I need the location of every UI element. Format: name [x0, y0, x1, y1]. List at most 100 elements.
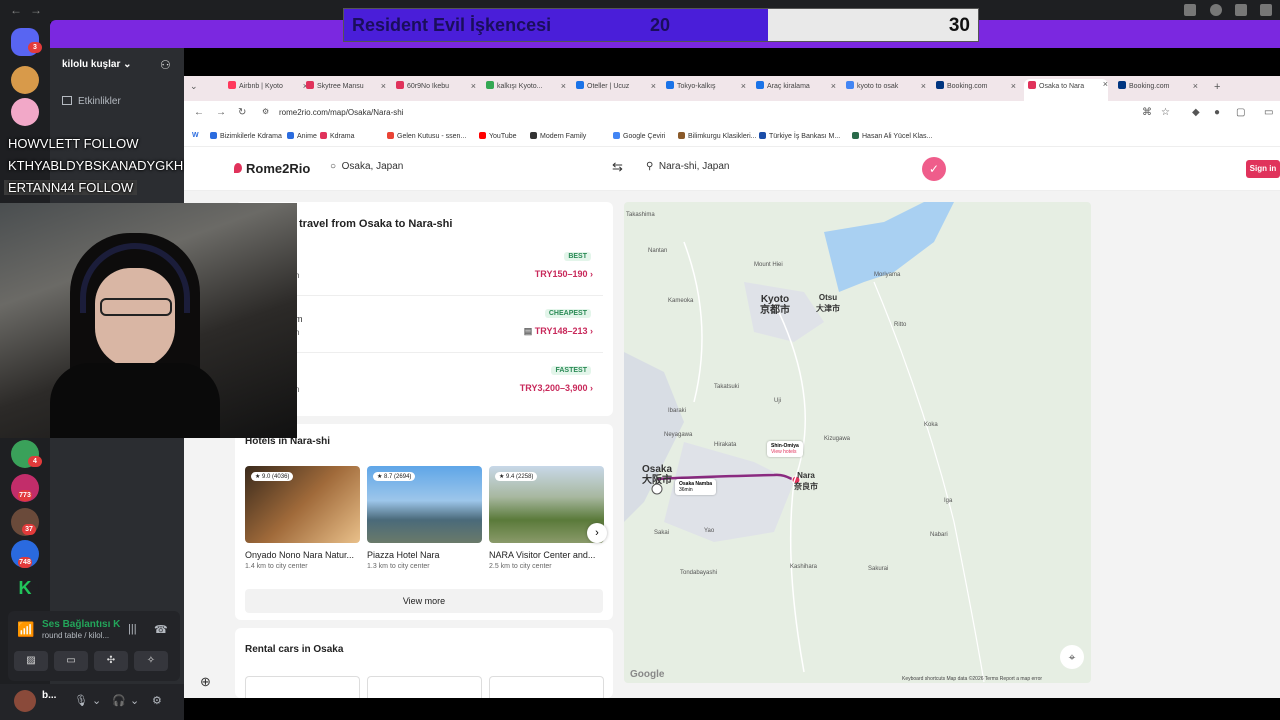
rental-car-card[interactable] [489, 676, 604, 698]
bookmark-item[interactable]: Kdrama [320, 132, 355, 140]
forward-icon[interactable]: → [216, 107, 226, 118]
bookmark-item[interactable]: Bizimkilerle Kdrama [210, 132, 282, 140]
origin-input[interactable]: ○ Osaka, Japan [330, 161, 403, 172]
bookmark-item[interactable]: Hasan Ali Yücel Klas... [852, 132, 932, 140]
chevron-down-icon[interactable]: ⌄ [130, 694, 139, 707]
travel-duration: 36min [679, 487, 693, 493]
browser-tab[interactable]: 60r9No Ikebu × [392, 81, 476, 97]
inbox-icon[interactable] [1260, 4, 1272, 16]
rental-car-card[interactable] [245, 676, 360, 698]
bookmark-item[interactable]: Gelen Kutusu - ssen... [387, 132, 466, 140]
voice-channel[interactable]: round table / kilol... [42, 631, 109, 640]
soundwave-icon[interactable]: ||| [128, 623, 137, 635]
site-info-icon[interactable]: ⚙ [262, 107, 269, 116]
server-icon[interactable] [11, 66, 39, 94]
browser-tab[interactable]: Airbnb | Kyoto× [224, 81, 308, 97]
swap-icon[interactable]: ⇆ [612, 159, 623, 175]
hotel-card[interactable]: ★ 9.4 (2258) NARA Visitor Center and... … [489, 466, 604, 570]
rome2rio-logo[interactable]: Rome2Rio [234, 161, 310, 176]
close-tab-icon[interactable]: × [1011, 81, 1016, 91]
hotel-card[interactable]: ★ 8.7 (2694) Piazza Hotel Nara 1.3 km to… [367, 466, 482, 570]
extensions-icon[interactable]: ▢ [1236, 107, 1245, 118]
url-field[interactable]: rome2rio.com/map/Osaka/Nara-shi [279, 108, 403, 117]
close-tab-icon[interactable]: × [1103, 79, 1108, 89]
voice-status[interactable]: Ses Bağlantısı K [42, 619, 120, 630]
download-icon[interactable] [1235, 4, 1247, 16]
view-more-button[interactable]: View more [245, 589, 603, 613]
translate-icon[interactable]: ⌘ [1142, 107, 1152, 118]
profile-icon[interactable]: ▭ [1264, 107, 1273, 118]
close-tab-icon[interactable]: × [561, 81, 566, 91]
close-tab-icon[interactable]: × [1193, 81, 1198, 91]
locate-icon[interactable]: ⌖ [1060, 645, 1084, 669]
microphone-icon[interactable]: 🎙 [74, 694, 88, 707]
back-arrow-icon[interactable]: ← [10, 3, 22, 17]
activities-button[interactable]: ✣ [94, 651, 128, 671]
browser-tab[interactable]: kalkışı Kyoto... × [482, 81, 566, 97]
browser-tab[interactable]: Skytree Mansu × [302, 81, 386, 97]
browser-tab[interactable]: Araç kiralama × [752, 81, 836, 97]
server-icon[interactable] [11, 98, 39, 126]
avatar[interactable] [14, 690, 36, 712]
browser-tab[interactable]: Booking.com × [932, 81, 1016, 97]
tab-list-icon[interactable]: ⌄ [190, 81, 198, 92]
bookmark-icon[interactable]: W [192, 132, 199, 139]
rental-car-card[interactable] [367, 676, 482, 698]
close-tab-icon[interactable]: × [741, 81, 746, 91]
origin-popup[interactable]: Osaka Namba 36min [675, 479, 717, 495]
chevron-down-icon[interactable]: ⌄ [92, 694, 101, 707]
extension-icon[interactable]: ● [1214, 107, 1220, 118]
signal-icon[interactable]: 📶 [17, 621, 39, 643]
bookmark-item[interactable]: Modern Family [530, 132, 586, 140]
view-hotels-link[interactable]: View hotels [771, 449, 799, 455]
sign-in-button[interactable]: Sign in [1246, 160, 1280, 178]
browser-tab[interactable]: Oteller | Ucuz × [572, 81, 656, 97]
events-item[interactable]: Etkinlikler [62, 96, 121, 107]
screen-share-button[interactable]: ▭ [54, 651, 88, 671]
settings-gear-icon[interactable]: ⚙ [152, 694, 162, 707]
help-icon[interactable] [1210, 4, 1222, 16]
route-option[interactable]: m h CHEAPEST ▤ TRY148–213 › [245, 299, 603, 353]
browser-tab[interactable]: Booking.com × [1114, 81, 1198, 97]
back-icon[interactable]: ← [194, 107, 204, 118]
destination-input[interactable]: ⚲ Nara-shi, Japan [646, 161, 729, 172]
server-name[interactable]: kilolu kuşlar ⌄ [62, 59, 132, 70]
next-arrow-icon[interactable]: › [587, 523, 607, 543]
browser-tab[interactable]: Osaka to Nara × [1024, 79, 1108, 101]
soundboard-button[interactable]: ✧ [134, 651, 168, 671]
bookmark-item[interactable]: YouTube [479, 132, 517, 140]
tab-label: Osaka to Nara [1039, 83, 1085, 90]
close-tab-icon[interactable]: × [831, 81, 836, 91]
reload-icon[interactable]: ↻ [238, 107, 246, 118]
hotel-distance: 1.3 km to city center [367, 563, 430, 570]
username[interactable]: b... [42, 690, 56, 701]
bookmark-item[interactable]: Bilimkurgu Klasikleri... [678, 132, 756, 140]
close-tab-icon[interactable]: × [651, 81, 656, 91]
close-tab-icon[interactable]: × [921, 81, 926, 91]
headphones-icon[interactable]: 🎧 [112, 694, 126, 707]
disconnect-icon[interactable]: ☎ [154, 623, 168, 636]
star-icon[interactable]: ☆ [1161, 107, 1170, 118]
hotel-card[interactable]: ★ 9.0 (4036) Onyado Nono Nara Natur... 1… [245, 466, 360, 570]
route-option[interactable]: n FASTEST TRY3,200–3,900 › [245, 356, 603, 410]
add-user-icon[interactable]: ⚇ [160, 58, 171, 72]
map-footer[interactable]: Keyboard shortcuts Map data ©2026 Terms … [902, 676, 1042, 682]
bookmark-item[interactable]: Google Çeviri [613, 132, 665, 140]
bookmark-item[interactable]: Türkiye İş Bankası M... [759, 132, 840, 140]
route-option[interactable]: h BEST TRY150–190 › [245, 242, 603, 296]
route-map[interactable]: Kyoto 京都市 Otsu 大津市 Osaka 大阪市 Nara 奈良市 Takash… [624, 202, 1091, 683]
new-tab-icon[interactable]: + [1214, 81, 1220, 93]
close-tab-icon[interactable]: × [471, 81, 476, 91]
extension-icon[interactable]: ◆ [1192, 107, 1200, 118]
browser-tab[interactable]: Tokyo-kalkış × [662, 81, 746, 97]
kick-icon[interactable]: K [11, 574, 39, 602]
globe-icon[interactable]: ⊕ [200, 674, 211, 690]
search-check-icon[interactable]: ✓ [922, 157, 946, 181]
station-popup[interactable]: Shin-Omiya View hotels [767, 441, 803, 457]
close-tab-icon[interactable]: × [381, 81, 386, 91]
browser-tab[interactable]: kyoto to osak × [842, 81, 926, 97]
bookmark-item[interactable]: Anime [287, 132, 317, 140]
camera-off-button[interactable]: ▨ [14, 651, 48, 671]
window-icon[interactable] [1184, 4, 1196, 16]
forward-arrow-icon[interactable]: → [30, 3, 42, 17]
